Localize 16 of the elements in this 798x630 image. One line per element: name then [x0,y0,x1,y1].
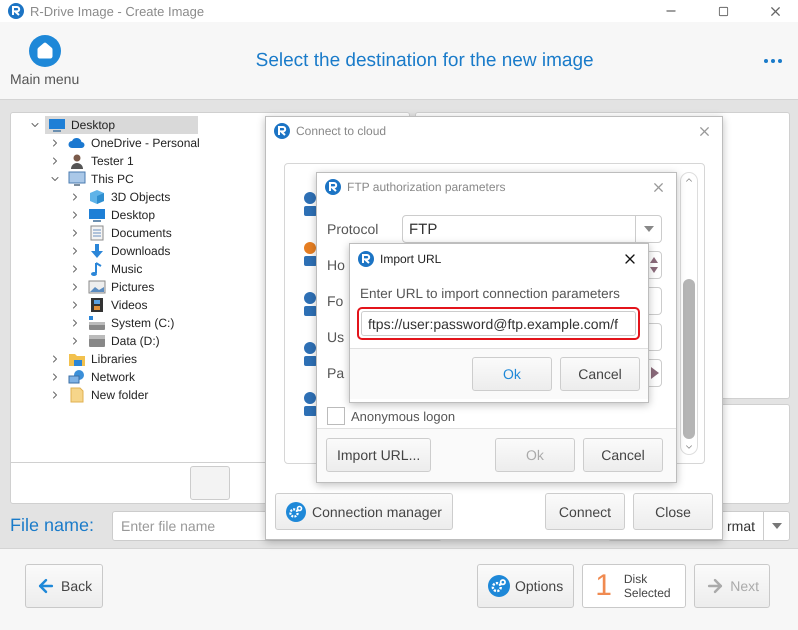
file-name-label: File name: [10,515,96,536]
field-label: Ho [327,257,345,273]
field-label: Us [327,329,344,345]
dialog-title: Import URL [380,252,442,266]
field-label: Fo [327,293,344,309]
checkbox-label: Anonymous logon [351,408,456,424]
disk-label: Disk [624,572,648,586]
field-label: Protocol [327,221,378,237]
field-label: Pa [327,365,344,381]
window-title: R-Drive Image - Create Image [30,4,206,18]
selected-label: Selected [624,586,671,600]
page-heading: Select the destination for the new image [254,50,595,72]
dialog-title: FTP authorization parameters [347,180,507,194]
disk-count: 1 [595,568,612,602]
prompt-text: Enter URL to import connection parameters [359,285,621,303]
dialog-title: Connect to cloud [296,124,388,138]
